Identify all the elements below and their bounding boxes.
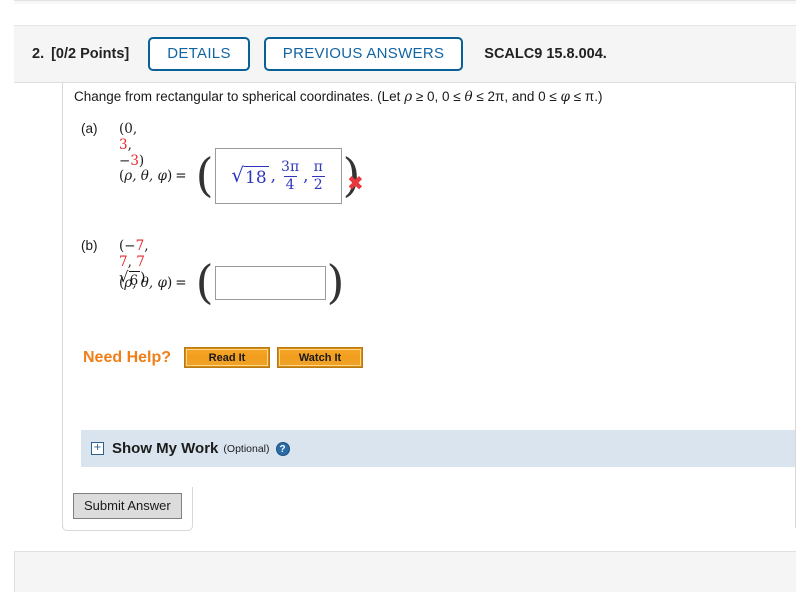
fraction-numerator: 3π [281,158,300,175]
part-a-answer-row: (ρ, θ, φ) = ( √ 18 , 3π 4 , π2 ) [119,148,361,204]
question-number: 2. [32,46,45,62]
label-paren-close: ) [166,168,173,184]
prompt-phi: φ [560,89,570,105]
label-paren-close: ) [166,274,173,291]
show-my-work-optional-label: (Optional) [223,442,270,455]
coord-x: 0 [124,121,133,137]
need-help-label: Need Help? [83,348,172,366]
big-paren-open: ( [195,255,214,309]
label-variables: ρ, θ, φ [124,168,167,184]
show-my-work-title: Show My Work [112,440,219,457]
watch-it-button[interactable]: Watch It [277,347,364,368]
question-page: 2. [0/2 Points] DETAILS PREVIOUS ANSWERS… [0,0,796,592]
math-comma: , [270,166,277,186]
bottom-panel [14,551,796,592]
radicand: 18 [244,165,269,188]
submit-answer-button[interactable]: Submit Answer [73,493,182,519]
part-b-answer-box[interactable] [214,265,326,300]
part-a-answer-math: √ 18 , 3π 4 , π2 [231,160,325,192]
phi-fraction: π2 [311,158,325,193]
part-a-answer-label: (ρ, θ, φ) = [119,168,190,184]
radical-sign: √ [231,162,244,187]
fraction-numerator: π [313,158,323,175]
prompt-rho: ρ [404,89,413,105]
math-comma: , [303,166,309,186]
expand-plus-icon[interactable]: + [91,442,104,455]
prompt-cond1: ≥ 0, 0 ≤ [412,89,465,104]
sqrt-expression: √ 18 [231,162,269,188]
coord-x-sign: − [124,238,136,254]
equals-sign: = [175,168,187,184]
read-it-button[interactable]: Read It [184,347,271,368]
prompt-cond3: ≤ π.) [570,89,603,104]
part-b-answer-row: (ρ, θ, φ) = ( ) [119,255,345,309]
question-header: 2. [0/2 Points] DETAILS PREVIOUS ANSWERS… [14,25,796,83]
prompt-cond2: ≤ 2π, and 0 ≤ [472,89,561,104]
part-b-label: (b) [81,238,98,253]
part-a-answer-box[interactable]: √ 18 , 3π 4 , π2 [214,148,342,204]
show-my-work-bar[interactable]: + Show My Work (Optional) ? [81,430,795,467]
equals-sign: = [175,274,187,291]
fraction-denominator: 2 [311,175,325,193]
prompt-theta: θ [464,89,473,105]
fraction-denominator: 4 [283,175,297,193]
question-prompt: Change from rectangular to spherical coo… [74,89,602,105]
theta-fraction: 3π 4 [279,160,301,192]
details-button[interactable]: DETAILS [148,37,250,71]
need-help-section: Need Help? Read It Watch It [83,347,371,368]
big-paren-close: ) [326,255,345,309]
previous-answers-button[interactable]: PREVIOUS ANSWERS [263,37,464,71]
incorrect-x-icon: ✖ [347,171,364,195]
part-b-answer-label: (ρ, θ, φ) = [119,275,190,291]
help-question-icon[interactable]: ? [275,441,290,456]
coord-x: 7 [135,238,145,254]
prompt-text-before: Change from rectangular to spherical coo… [74,89,405,104]
submit-area: Submit Answer [62,487,193,531]
points-badge: [0/2 Points] [51,46,130,62]
textbook-code: SCALC9 15.8.004. [484,46,607,62]
label-variables: ρ, θ, φ [124,274,167,291]
question-body: Change from rectangular to spherical coo… [62,83,796,528]
part-a-label: (a) [81,121,98,136]
coord-sep: , [144,238,149,254]
top-divider [14,0,796,4]
big-paren-open: ( [195,148,214,203]
coord-sep: , [132,121,138,137]
